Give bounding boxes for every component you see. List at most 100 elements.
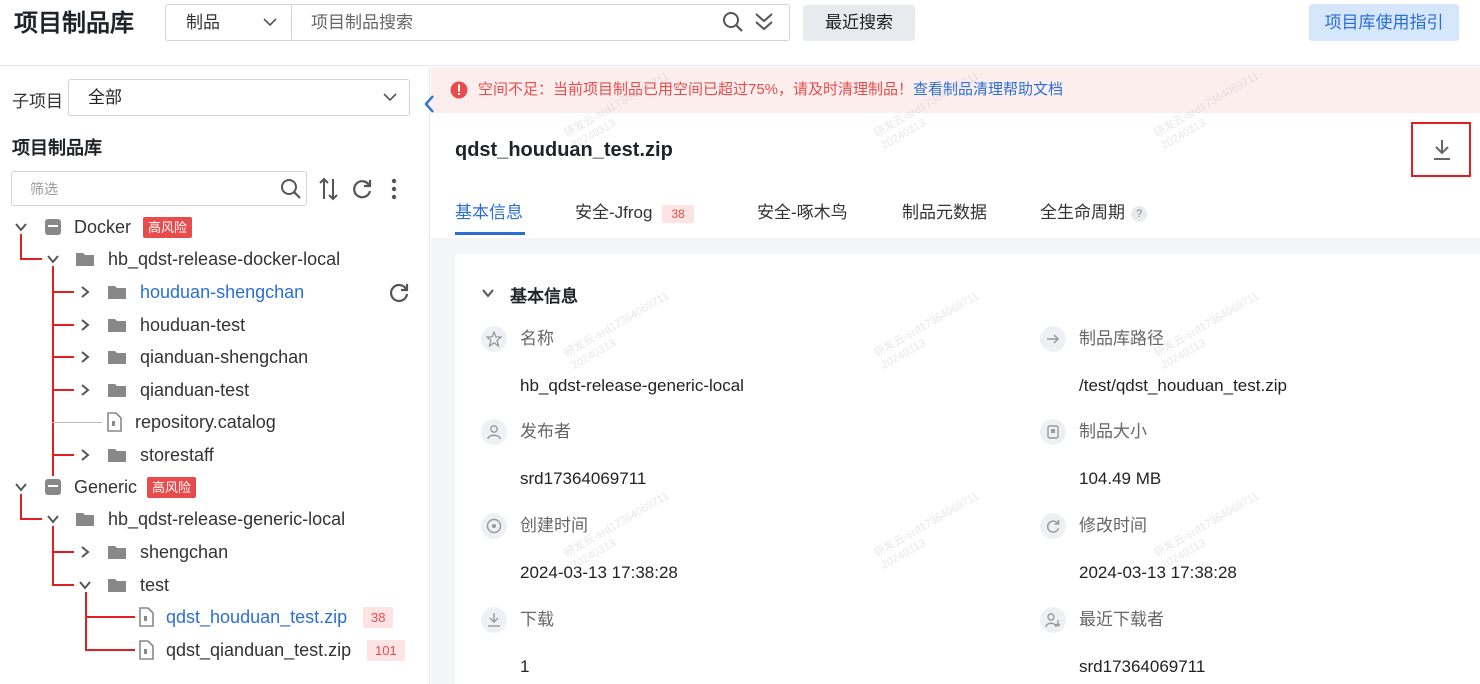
search-icon[interactable]	[722, 11, 744, 33]
double-chevron-down-icon[interactable]	[754, 11, 774, 33]
tree-node-test[interactable]: test	[76, 570, 416, 600]
tab-label: 制品元数据	[902, 203, 987, 222]
search-type-select[interactable]: 制品	[166, 5, 292, 40]
tab-security-woodpecker[interactable]: 安全-啄木鸟	[757, 198, 848, 228]
chevron-right-icon[interactable]	[78, 545, 92, 559]
folder-icon	[108, 449, 126, 462]
folder-icon	[108, 319, 126, 332]
field-name-label: 名称	[481, 326, 554, 352]
tree-connector	[52, 584, 74, 586]
guide-button[interactable]: 项目库使用指引	[1309, 4, 1459, 41]
field-size-value: 104.49 MB	[1079, 469, 1162, 488]
tree-connector	[52, 356, 74, 358]
field-last-downloader-value: srd17364069711	[1079, 657, 1206, 676]
folder-icon	[108, 546, 126, 559]
risk-badge: 高风险	[147, 477, 197, 498]
tree-node-label: repository.catalog	[135, 412, 276, 432]
search-input[interactable]	[293, 5, 713, 40]
field-created-value: 2024-03-13 17:38:28	[520, 563, 678, 582]
field-modified-label: 修改时间	[1040, 513, 1147, 539]
tree-node-file-houduan[interactable]: qdst_houduan_test.zip 38	[134, 602, 424, 632]
file-icon	[139, 640, 154, 660]
user-icon	[481, 419, 507, 445]
tree-node-houduan-test[interactable]: houduan-test	[76, 310, 416, 340]
tree-node-label: houduan-shengchan	[140, 282, 305, 302]
chevron-right-icon[interactable]	[78, 285, 92, 299]
tree-connector	[85, 592, 87, 650]
section-title[interactable]: 基本信息	[481, 282, 578, 307]
cleanup-help-link[interactable]: 查看制品清理帮助文档	[913, 81, 1063, 98]
tree-node-generic-repo[interactable]: hb_qdst-release-generic-local	[44, 504, 424, 534]
tree-node-docker[interactable]: Docker 高风险	[12, 212, 412, 242]
vulnerability-count-badge: 101	[367, 640, 405, 661]
collapse-sidebar-icon[interactable]	[421, 92, 439, 116]
recent-search-button[interactable]: 最近搜索	[803, 5, 915, 41]
tree-node-shengchan[interactable]: shengchan	[76, 537, 416, 567]
field-label-text: 制品大小	[1079, 422, 1147, 441]
more-vertical-icon[interactable]	[383, 177, 405, 201]
storage-alert: 空间不足：当前项目制品已用空间已超过75%，请及时清理制品！查看制品清理帮助文档	[431, 67, 1480, 113]
tree-node-storestaff[interactable]: storestaff	[76, 440, 416, 470]
database-icon	[45, 479, 61, 495]
chevron-down-icon	[482, 289, 494, 298]
tab-label: 安全-Jfrog	[575, 203, 653, 222]
tree-node-docker-repo[interactable]: hb_qdst-release-docker-local	[44, 244, 424, 274]
tree-connector	[52, 454, 74, 456]
chevron-down-icon[interactable]	[46, 252, 60, 266]
tree-node-label: houduan-test	[140, 315, 246, 335]
field-publisher-label: 发布者	[481, 419, 571, 445]
tree-node-qianduan-shengchan[interactable]: qianduan-shengchan	[76, 342, 416, 372]
field-name-value: hb_qdst-release-generic-local	[520, 376, 744, 395]
tree-node-repository-catalog[interactable]: repository.catalog	[102, 407, 422, 437]
tree-connector	[52, 324, 74, 326]
repository-heading: 项目制品库	[12, 138, 102, 158]
tree-connector	[52, 291, 74, 293]
chevron-down-icon[interactable]	[78, 578, 92, 592]
app-title: 项目制品库	[14, 10, 134, 37]
artifact-header: qdst_houduan_test.zip 基本信息 安全-Jfrog 38 安全…	[431, 113, 1480, 238]
tab-basic-info[interactable]: 基本信息	[455, 198, 525, 235]
arrow-right-icon	[1040, 326, 1066, 352]
filter-box	[11, 171, 307, 206]
database-icon	[45, 219, 61, 235]
refresh-icon[interactable]	[351, 177, 373, 201]
field-label-text: 发布者	[520, 422, 571, 441]
search-icon[interactable]	[280, 178, 302, 200]
folder-icon	[108, 351, 126, 364]
tree-connector	[52, 551, 74, 553]
tree-node-label: hb_qdst-release-docker-local	[108, 249, 341, 269]
tree-node-generic[interactable]: Generic 高风险	[12, 472, 412, 502]
tab-security-jfrog[interactable]: 安全-Jfrog 38	[575, 198, 694, 228]
field-path-value: /test/qdst_houduan_test.zip	[1079, 376, 1287, 395]
tree-connector	[52, 526, 54, 586]
tree-node-file-qianduan[interactable]: qdst_qianduan_test.zip 101	[134, 635, 424, 665]
download-button[interactable]	[1411, 122, 1471, 177]
refresh-icon[interactable]	[388, 281, 410, 303]
field-label-text: 下载	[520, 610, 554, 629]
subproject-value: 全部	[88, 88, 122, 107]
chevron-right-icon[interactable]	[78, 448, 92, 462]
tree-node-houduan-shengchan[interactable]: houduan-shengchan	[76, 277, 416, 307]
risk-badge: 高风险	[143, 217, 193, 238]
field-downloads-label: 下载	[481, 607, 554, 633]
field-label-text: 名称	[520, 329, 554, 348]
chevron-right-icon[interactable]	[78, 383, 92, 397]
alert-text: 空间不足：当前项目制品已用空间已超过75%，请及时清理制品！	[478, 81, 914, 98]
subproject-select[interactable]: 全部	[68, 79, 410, 116]
chevron-right-icon[interactable]	[78, 318, 92, 332]
tree-node-qianduan-test[interactable]: qianduan-test	[76, 375, 416, 405]
tab-label: 安全-啄木鸟	[757, 203, 848, 222]
chevron-right-icon[interactable]	[78, 350, 92, 364]
vulnerability-count-badge: 38	[363, 607, 394, 628]
refresh-icon	[1040, 513, 1066, 539]
clock-icon	[481, 513, 507, 539]
filter-input[interactable]	[12, 172, 272, 205]
tab-metadata[interactable]: 制品元数据	[902, 198, 987, 228]
chevron-down-icon[interactable]	[14, 220, 28, 234]
sort-icon[interactable]	[318, 177, 340, 201]
help-icon[interactable]: ?	[1131, 205, 1147, 222]
chevron-down-icon[interactable]	[46, 512, 60, 526]
chevron-down-icon[interactable]	[14, 480, 28, 494]
tab-lifecycle[interactable]: 全生命周期?	[1040, 198, 1147, 228]
tree-node-label: hb_qdst-release-generic-local	[108, 509, 346, 529]
